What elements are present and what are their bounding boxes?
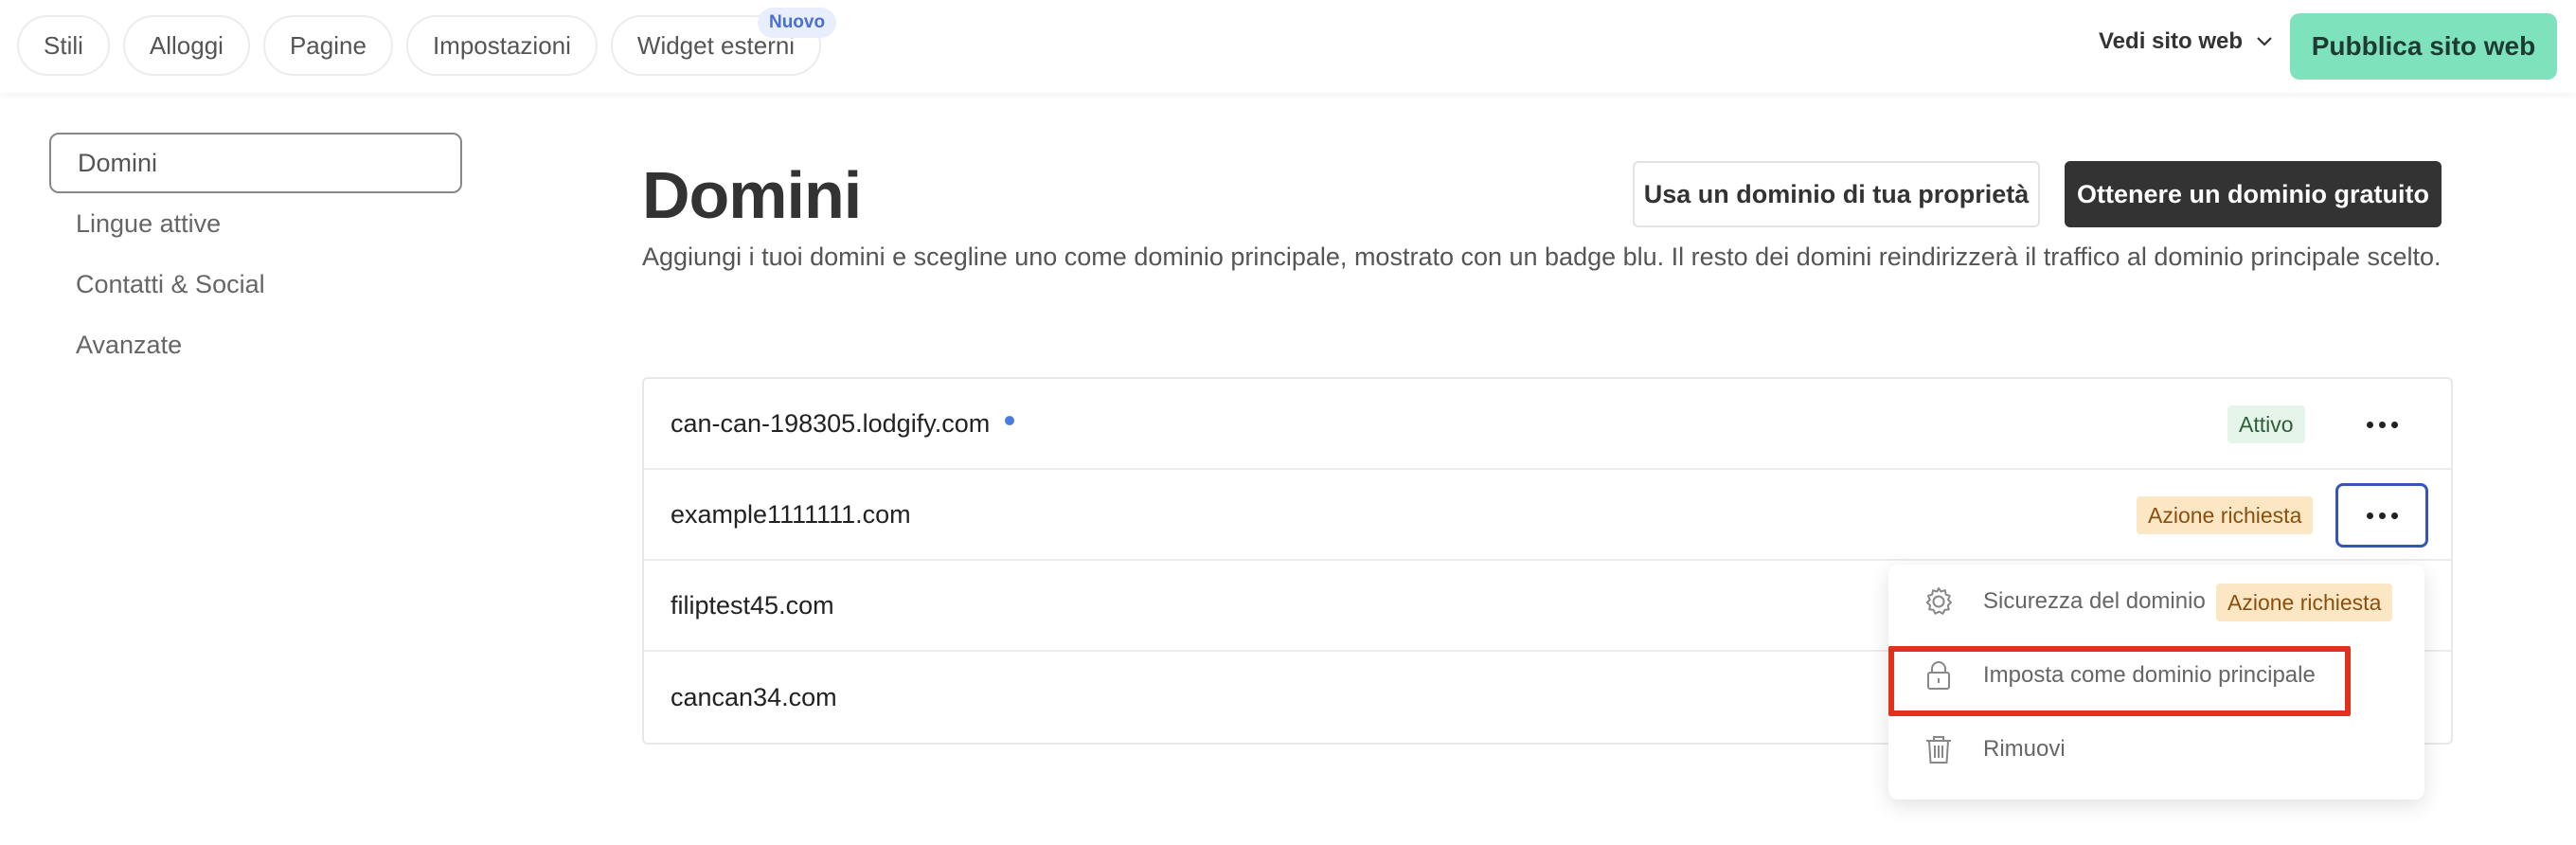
menu-item-remove[interactable]: Rimuovi [1888,712,2424,786]
tab-widget-esterni[interactable]: Widget esterni Nuovo [610,8,837,76]
use-own-domain-button[interactable]: Usa un dominio di tua proprietà [1633,161,2040,227]
sidebar-item-lingue-attive[interactable]: Lingue attive [49,193,462,254]
domain-name: filiptest45.com [671,590,834,620]
settings-sidebar: Domini Lingue attive Contatti & Social A… [49,133,462,375]
domain-name: cancan34.com [671,682,837,711]
ellipsis-icon [2366,512,2398,519]
menu-item-domain-security[interactable]: Sicurezza del dominio Azione richiesta [1888,565,2424,638]
primary-domain-dot [1005,416,1015,425]
sidebar-item-contatti-social[interactable]: Contatti & Social [49,254,462,315]
top-navigation-bar: Stili Alloggi Pagine Impostazioni Widget… [0,0,2576,93]
tab-label: Stili [44,30,83,60]
domain-options-menu: Sicurezza del dominio Azione richiesta I… [1888,565,2424,800]
top-tabs: Stili Alloggi Pagine Impostazioni Widget… [17,8,837,76]
domain-name: can-can-198305.lodgify.com [671,408,991,438]
sidebar-item-label: Avanzate [76,330,183,359]
chevron-down-icon [2257,37,2272,46]
page-description: Aggiungi i tuoi domini e scegline uno co… [642,243,2442,271]
ellipsis-icon [2366,421,2398,428]
domain-row: can-can-198305.lodgify.com Attivo [644,379,2451,470]
menu-item-label: Imposta come dominio principale [1983,662,2316,688]
view-site-dropdown[interactable]: Vedi sito web [2099,28,2273,55]
lock-icon [1927,661,1950,690]
status-badge: Attivo [2227,405,2305,443]
sidebar-item-label: Lingue attive [76,208,222,238]
menu-item-label: Sicurezza del dominio [1983,588,2206,614]
tab-impostazioni[interactable]: Impostazioni [405,15,598,76]
menu-item-label: Rimuovi [1983,736,2066,762]
domain-row: example1111111.com Azione richiesta [644,470,2451,561]
tab-alloggi[interactable]: Alloggi [122,15,250,76]
menu-item-set-primary-domain[interactable]: Imposta come dominio principale [1888,638,2424,712]
domain-name: example1111111.com [671,499,911,529]
status-badge: Azione richiesta [2137,496,2314,534]
action-required-badge: Azione richiesta [2216,584,2393,621]
tab-label: Alloggi [149,30,224,60]
tab-label: Impostazioni [432,30,571,60]
sidebar-item-domini[interactable]: Domini [49,133,462,193]
tab-label: Pagine [289,30,367,60]
tab-stili[interactable]: Stili [17,15,110,76]
publish-site-button[interactable]: Pubblica sito web [2290,13,2557,80]
trash-icon [1926,736,1951,764]
more-options-button[interactable] [2335,483,2428,548]
get-free-domain-button[interactable]: Ottenere un dominio gratuito [2065,161,2442,227]
sidebar-item-avanzate[interactable]: Avanzate [49,315,462,375]
more-options-button[interactable] [2335,392,2428,457]
tab-pagine[interactable]: Pagine [262,15,393,76]
view-site-label: Vedi sito web [2099,28,2244,54]
new-badge: Nuovo [757,8,837,38]
page-title: Domini [642,158,862,232]
sidebar-item-label: Domini [78,148,158,177]
gear-icon [1925,587,1952,615]
sidebar-item-label: Contatti & Social [76,269,265,298]
